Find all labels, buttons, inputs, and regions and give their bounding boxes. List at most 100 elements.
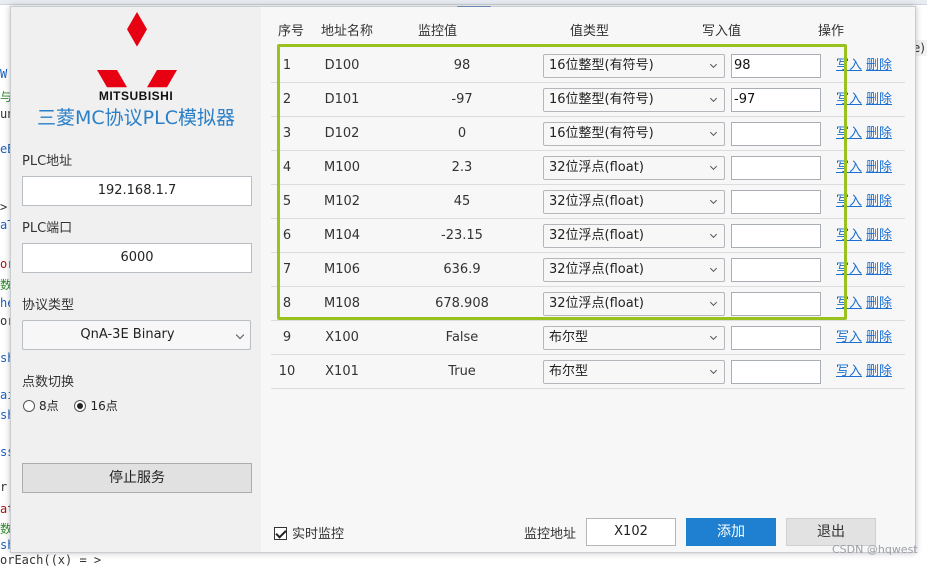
background-code-fragment: W	[0, 67, 8, 81]
write-link[interactable]: 写入	[836, 92, 862, 107]
write-value-input[interactable]	[731, 156, 821, 180]
write-link[interactable]: 写入	[836, 228, 862, 243]
header-index: 序号	[278, 24, 305, 39]
value-type-select-value: 16位整型(有符号)	[549, 126, 654, 141]
mitsubishi-logo-icon	[97, 12, 177, 88]
write-value-input[interactable]	[731, 224, 821, 248]
table-row: 8 M108 678.908 32位浮点(float) 写入 删除	[271, 287, 905, 321]
background-code-fragment: >	[0, 200, 8, 214]
value-type-select[interactable]: 布尔型	[543, 360, 725, 384]
row-operations: 写入 删除	[836, 355, 896, 389]
write-link[interactable]: 写入	[836, 262, 862, 277]
row-monitor-value: 2.3	[451, 160, 473, 175]
monitor-address-label: 监控地址	[524, 527, 577, 542]
main-panel: 序号 地址名称 监控值 值类型 写入值 操作 1 D100 98 16位整型(有符号)…	[261, 7, 915, 552]
data-table: 1 D100 98 16位整型(有符号) 98 写入 删除 2 D101 -97 16位整型(有符号…	[271, 49, 905, 389]
monitor-address-input[interactable]: X102	[586, 518, 676, 546]
realtime-monitor-checkbox[interactable]: 实时监控	[274, 523, 344, 542]
row-monitor-value: True	[448, 364, 476, 379]
plc-address-input[interactable]: 192.168.1.7	[22, 176, 252, 206]
chevron-down-icon	[235, 330, 245, 340]
chevron-down-icon	[709, 94, 718, 103]
delete-link[interactable]: 删除	[866, 364, 892, 379]
stop-service-button[interactable]: 停止服务	[22, 463, 252, 493]
write-value-input[interactable]: -97	[731, 88, 821, 112]
write-value-input[interactable]	[731, 122, 821, 146]
value-type-select[interactable]: 32位浮点(float)	[543, 292, 725, 316]
delete-link[interactable]: 删除	[866, 92, 892, 107]
write-link[interactable]: 写入	[836, 58, 862, 73]
delete-link[interactable]: 删除	[866, 296, 892, 311]
delete-link[interactable]: 删除	[866, 262, 892, 277]
write-value-input[interactable]	[731, 258, 821, 282]
value-type-select[interactable]: 16位整型(有符号)	[543, 122, 725, 146]
table-row: 4 M100 2.3 32位浮点(float) 写入 删除	[271, 151, 905, 185]
header-address: 地址名称	[321, 24, 374, 39]
write-value-input[interactable]	[731, 326, 821, 350]
row-monitor-value: 636.9	[443, 262, 481, 277]
radio-8-points[interactable]: 8点	[23, 397, 59, 414]
row-operations: 写入 删除	[836, 321, 896, 355]
sidebar: MITSUBISHI 三菱MC协议PLC模拟器 PLC地址 192.168.1.…	[11, 7, 261, 552]
value-type-select[interactable]: 32位浮点(float)	[543, 258, 725, 282]
radio-16-points[interactable]: 16点	[74, 397, 118, 414]
value-type-select[interactable]: 32位浮点(float)	[543, 156, 725, 180]
row-operations: 写入 删除	[836, 117, 896, 151]
value-type-select[interactable]: 16位整型(有符号)	[543, 54, 725, 78]
row-monitor-value: -23.15	[441, 228, 483, 243]
plc-simulator-window: MITSUBISHI 三菱MC协议PLC模拟器 PLC地址 192.168.1.…	[10, 6, 916, 553]
delete-link[interactable]: 删除	[866, 330, 892, 345]
value-type-select-value: 32位浮点(float)	[549, 262, 644, 277]
write-link[interactable]: 写入	[836, 126, 862, 141]
protocol-select-value: QnA-3E Binary	[80, 327, 175, 342]
plc-port-label: PLC端口	[22, 221, 73, 236]
delete-link[interactable]: 删除	[866, 160, 892, 175]
chevron-down-icon	[709, 366, 718, 375]
value-type-select-value: 32位浮点(float)	[549, 228, 644, 243]
chevron-down-icon	[709, 230, 718, 239]
checkbox-checked-icon	[274, 527, 287, 540]
add-button[interactable]: 添加	[686, 518, 776, 546]
write-value-input[interactable]: 98	[731, 54, 821, 78]
row-operations: 写入 删除	[836, 83, 896, 117]
write-link[interactable]: 写入	[836, 330, 862, 345]
value-type-select-value: 布尔型	[549, 364, 589, 379]
row-monitor-value: -97	[451, 92, 473, 107]
row-address: M108	[323, 296, 361, 311]
table-row: 2 D101 -97 16位整型(有符号) -97 写入 删除	[271, 83, 905, 117]
app-title: 三菱MC协议PLC模拟器	[37, 107, 235, 129]
row-index: 6	[282, 228, 292, 243]
value-type-select[interactable]: 32位浮点(float)	[543, 190, 725, 214]
row-monitor-value: False	[445, 330, 479, 345]
delete-link[interactable]: 删除	[866, 126, 892, 141]
row-monitor-value: 45	[453, 194, 471, 209]
points-label: 点数切换	[22, 375, 75, 390]
value-type-select[interactable]: 16位整型(有符号)	[543, 88, 725, 112]
header-type: 值类型	[570, 24, 610, 39]
protocol-select[interactable]: QnA-3E Binary	[22, 320, 251, 350]
write-value-input[interactable]	[731, 360, 821, 384]
write-link[interactable]: 写入	[836, 160, 862, 175]
exit-button[interactable]: 退出	[786, 518, 876, 546]
radio-button-icon	[23, 400, 35, 412]
delete-link[interactable]: 删除	[866, 228, 892, 243]
write-value-input[interactable]	[731, 190, 821, 214]
chevron-down-icon	[709, 162, 718, 171]
row-monitor-value: 0	[457, 126, 467, 141]
row-address: D101	[324, 92, 360, 107]
write-link[interactable]: 写入	[836, 364, 862, 379]
plc-port-input[interactable]: 6000	[22, 243, 252, 273]
background-code-fragment: r	[0, 480, 8, 494]
row-operations: 写入 删除	[836, 253, 896, 287]
delete-link[interactable]: 删除	[866, 194, 892, 209]
write-value-input[interactable]	[731, 292, 821, 316]
header-write: 写入值	[702, 24, 742, 39]
value-type-select[interactable]: 布尔型	[543, 326, 725, 350]
value-type-select[interactable]: 32位浮点(float)	[543, 224, 725, 248]
delete-link[interactable]: 删除	[866, 58, 892, 73]
table-row: 1 D100 98 16位整型(有符号) 98 写入 删除	[271, 49, 905, 83]
write-link[interactable]: 写入	[836, 296, 862, 311]
table-row: 9 X100 False 布尔型 写入 删除	[271, 321, 905, 355]
write-link[interactable]: 写入	[836, 194, 862, 209]
background-bottom-fragment: orEach((x) = >	[0, 553, 102, 567]
